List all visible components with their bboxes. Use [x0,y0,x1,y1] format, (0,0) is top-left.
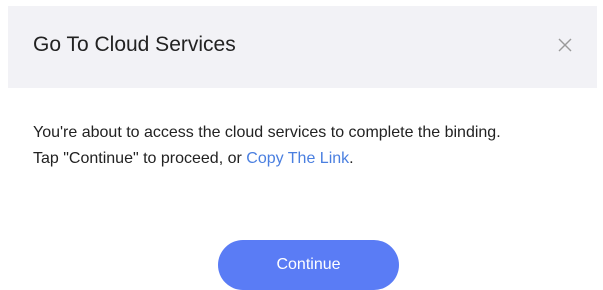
copy-link[interactable]: Copy The Link [246,150,349,167]
message-line-2: Tap "Continue" to proceed, or Copy The L… [33,146,578,172]
cloud-services-dialog: Go To Cloud Services You're about to acc… [0,0,603,290]
close-icon [558,38,572,52]
dialog-header: Go To Cloud Services [8,6,597,88]
message-line-1: You're about to access the cloud service… [33,124,501,141]
close-button[interactable] [553,33,577,57]
dialog-title: Go To Cloud Services [33,33,236,56]
dialog-message: You're about to access the cloud service… [33,120,578,172]
message-line-2-suffix: . [349,150,354,167]
continue-button[interactable]: Continue [218,240,399,290]
message-line-2-prefix: Tap "Continue" to proceed, or [33,150,247,167]
